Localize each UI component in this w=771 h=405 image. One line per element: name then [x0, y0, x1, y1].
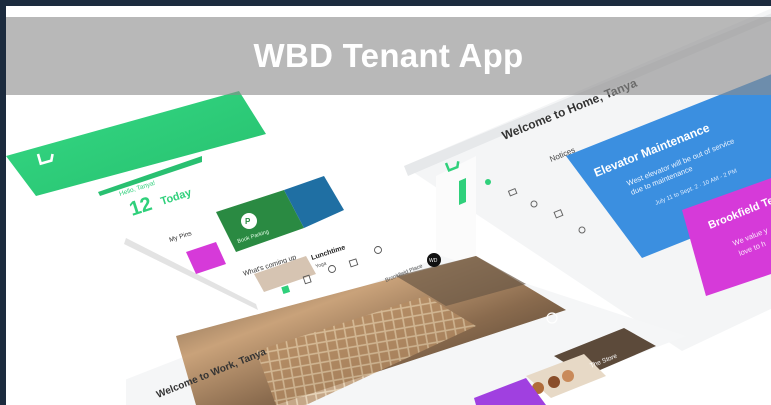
slide: WBD Tenant App Welcome to Home, Tanya No… [6, 6, 771, 405]
background-floor [6, 306, 126, 405]
phone-mockup: Hello, Tanya! 12 Today My Pins P Book Pa… [6, 91, 382, 310]
title-band: WBD Tenant App [6, 17, 771, 95]
parking-icon-letter: P [245, 217, 251, 226]
donut-2 [548, 376, 560, 388]
home-icon[interactable] [485, 179, 491, 185]
tablet-sidebar-active [459, 178, 466, 205]
nav-profile-icon[interactable] [374, 246, 382, 254]
nav-community-icon[interactable] [328, 265, 336, 273]
slide-title: WBD Tenant App [253, 37, 524, 74]
donut-3 [562, 370, 574, 382]
nav-retail-icon[interactable] [348, 258, 359, 268]
avatar-initials: WD [429, 258, 438, 264]
